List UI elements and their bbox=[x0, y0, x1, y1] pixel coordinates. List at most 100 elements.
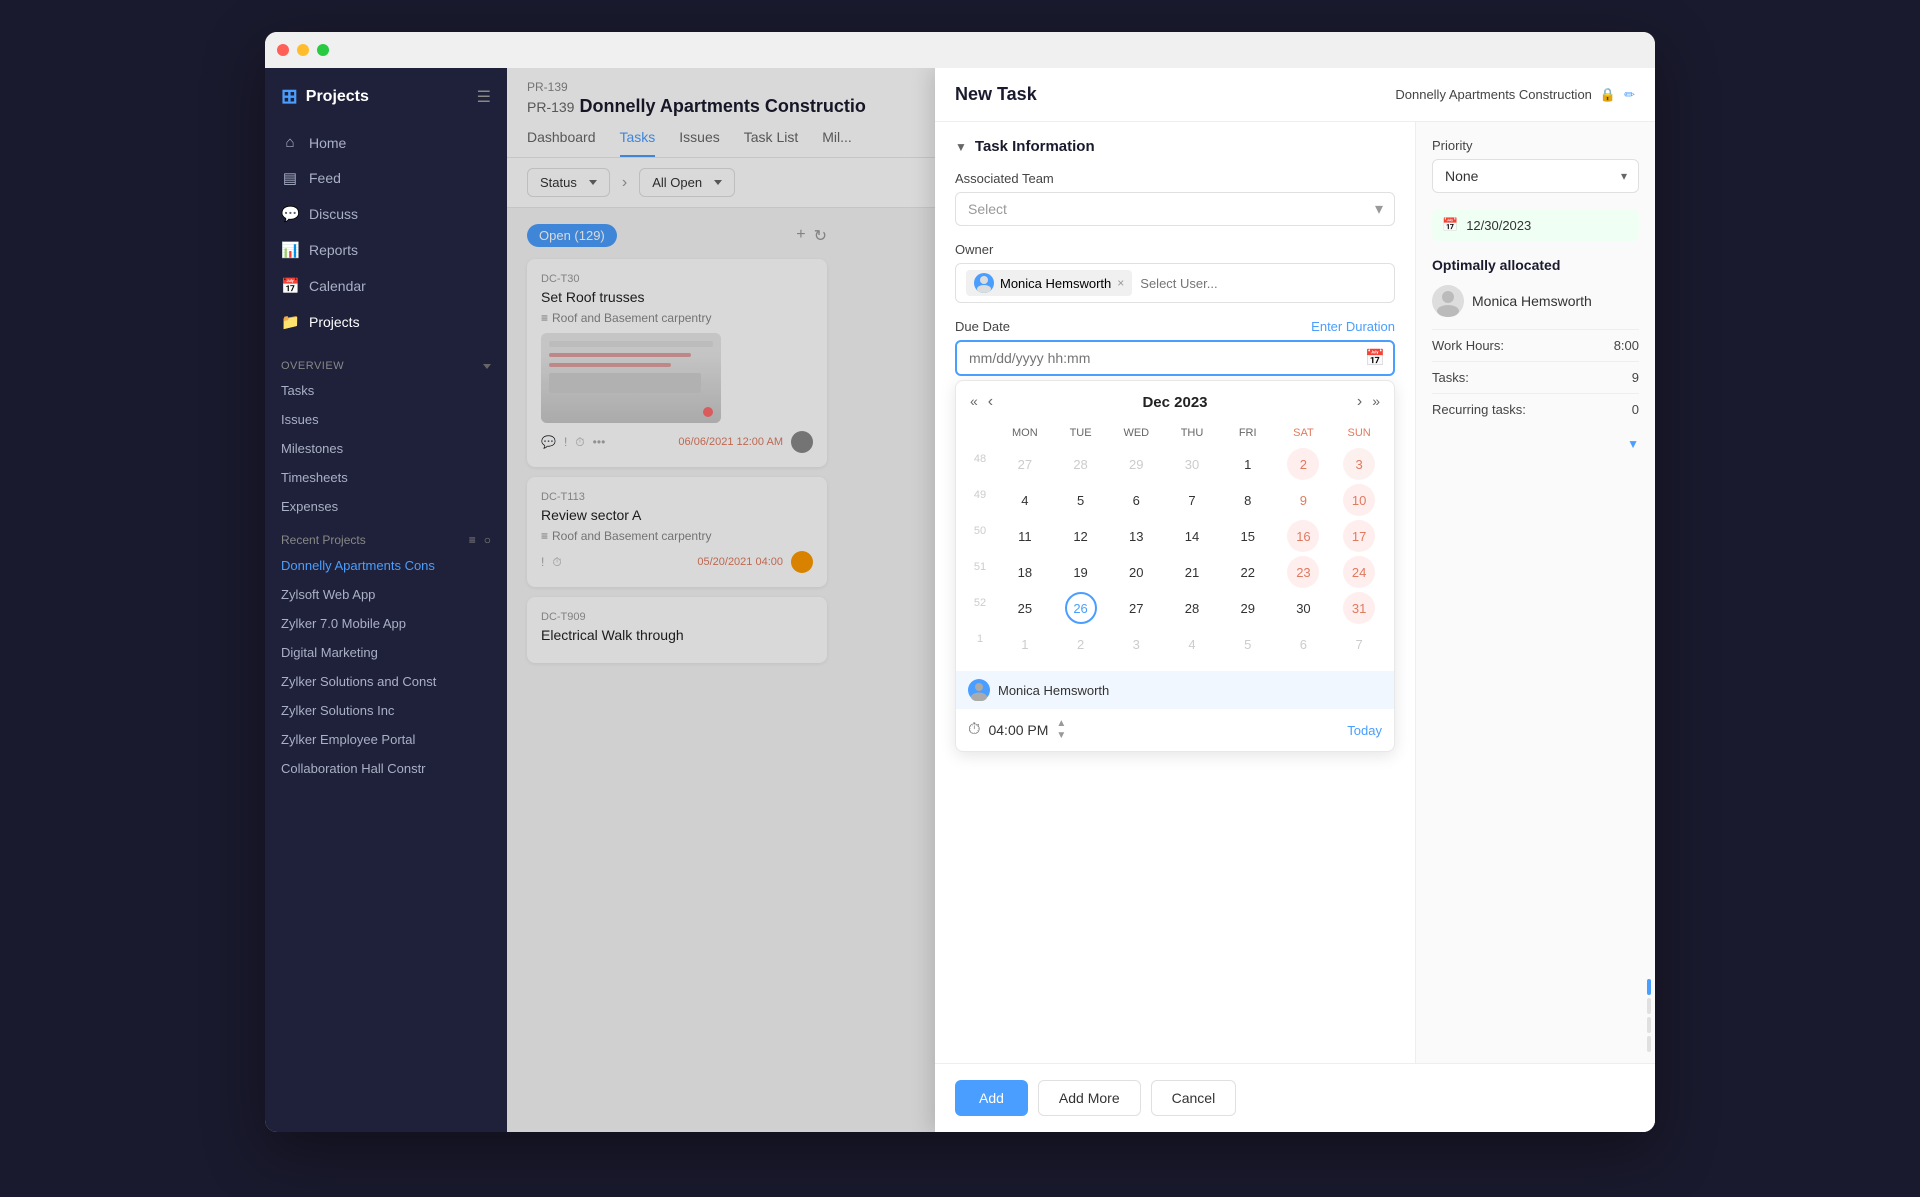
recent-project-zylker-inc[interactable]: Zylker Solutions Inc bbox=[265, 696, 507, 725]
calendar-day[interactable]: 9 bbox=[1287, 484, 1319, 516]
calendar-day[interactable]: 8 bbox=[1232, 484, 1264, 516]
section-toggle[interactable]: ▼ Task Information bbox=[955, 138, 1395, 155]
add-more-button[interactable]: Add More bbox=[1038, 1080, 1141, 1116]
sidebar-item-calendar[interactable]: 📅 Calendar bbox=[265, 268, 507, 304]
calendar-day[interactable]: 2 bbox=[1065, 628, 1097, 660]
time-up-button[interactable]: ▲ bbox=[1056, 719, 1066, 729]
tab-milestones[interactable]: Mil... bbox=[822, 129, 852, 157]
calendar-day[interactable]: 10 bbox=[1343, 484, 1375, 516]
calendar-day[interactable]: 19 bbox=[1065, 556, 1097, 588]
calendar-day[interactable]: 6 bbox=[1120, 484, 1152, 516]
calendar-day[interactable]: 17 bbox=[1343, 520, 1375, 552]
sidebar-item-feed[interactable]: ▤ Feed bbox=[265, 160, 507, 196]
calendar-day[interactable]: 12 bbox=[1065, 520, 1097, 552]
prev-month-button[interactable]: ‹ bbox=[984, 391, 997, 413]
priority-select[interactable]: None Low Medium High Critical bbox=[1432, 159, 1639, 193]
all-open-filter[interactable]: All Open bbox=[639, 168, 735, 197]
next-year-button[interactable]: » bbox=[1370, 391, 1382, 413]
date-input[interactable] bbox=[955, 340, 1395, 376]
calendar-day[interactable]: 30 bbox=[1287, 592, 1319, 624]
recent-search-icon[interactable]: ○ bbox=[484, 533, 491, 547]
sidebar-sub-tasks[interactable]: Tasks bbox=[265, 376, 507, 405]
cancel-button[interactable]: Cancel bbox=[1151, 1080, 1237, 1116]
task-card[interactable]: DC-T909 Electrical Walk through bbox=[527, 597, 827, 663]
calendar-day[interactable]: 24 bbox=[1343, 556, 1375, 588]
calendar-day[interactable]: 14 bbox=[1176, 520, 1208, 552]
calendar-day[interactable]: 6 bbox=[1287, 628, 1319, 660]
recent-project-zylsoft[interactable]: Zylsoft Web App bbox=[265, 580, 507, 609]
calendar-day[interactable]: 29 bbox=[1232, 592, 1264, 624]
calendar-day[interactable]: 16 bbox=[1287, 520, 1319, 552]
calendar-day[interactable]: 4 bbox=[1009, 484, 1041, 516]
calendar-day[interactable]: 30 bbox=[1176, 448, 1208, 480]
tab-tasks[interactable]: Tasks bbox=[620, 129, 656, 157]
recent-project-digital[interactable]: Digital Marketing bbox=[265, 638, 507, 667]
recent-project-collab[interactable]: Collaboration Hall Constr bbox=[265, 754, 507, 783]
calendar-day[interactable]: 1 bbox=[1009, 628, 1041, 660]
owner-field[interactable]: Monica Hemsworth × bbox=[955, 263, 1395, 303]
maximize-button[interactable] bbox=[317, 44, 329, 56]
calendar-day[interactable]: 23 bbox=[1287, 556, 1319, 588]
sidebar-sub-milestones[interactable]: Milestones bbox=[265, 434, 507, 463]
calendar-day[interactable]: 5 bbox=[1065, 484, 1097, 516]
more-icon[interactable]: ••• bbox=[593, 435, 606, 449]
calendar-day[interactable]: 1 bbox=[1232, 448, 1264, 480]
calendar-day[interactable]: 25 bbox=[1009, 592, 1041, 624]
sidebar-item-home[interactable]: ⌂ Home bbox=[265, 125, 507, 160]
recent-project-zylker-solutions[interactable]: Zylker Solutions and Const bbox=[265, 667, 507, 696]
calendar-input-icon[interactable]: 📅 bbox=[1365, 348, 1385, 368]
calendar-day[interactable]: 22 bbox=[1232, 556, 1264, 588]
calendar-day[interactable]: 20 bbox=[1120, 556, 1152, 588]
next-month-button[interactable]: › bbox=[1353, 391, 1366, 413]
owner-remove-button[interactable]: × bbox=[1117, 276, 1124, 290]
task-card[interactable]: DC-T30 Set Roof trusses ≡ Roof and Basem… bbox=[527, 259, 827, 467]
today-button[interactable]: Today bbox=[1347, 723, 1382, 738]
sidebar-item-reports[interactable]: 📊 Reports bbox=[265, 232, 507, 268]
expand-icon[interactable]: ▼ bbox=[1627, 437, 1639, 451]
status-filter[interactable]: Status bbox=[527, 168, 610, 197]
add-task-icon[interactable]: + bbox=[796, 226, 805, 246]
calendar-day-today[interactable]: 26 bbox=[1065, 592, 1097, 624]
recent-project-zylker-mobile[interactable]: Zylker 7.0 Mobile App bbox=[265, 609, 507, 638]
calendar-day[interactable]: 28 bbox=[1065, 448, 1097, 480]
edit-icon[interactable]: ✏ bbox=[1624, 87, 1635, 103]
recent-list-icon[interactable]: ≡ bbox=[469, 533, 476, 547]
owner-input[interactable] bbox=[1140, 276, 1316, 291]
calendar-day[interactable]: 27 bbox=[1120, 592, 1152, 624]
add-button[interactable]: Add bbox=[955, 1080, 1028, 1116]
refresh-icon[interactable]: ↻ bbox=[814, 226, 827, 246]
sidebar-item-projects[interactable]: 📁 Projects bbox=[265, 304, 507, 340]
calendar-day[interactable]: 29 bbox=[1120, 448, 1152, 480]
calendar-day[interactable]: 11 bbox=[1009, 520, 1041, 552]
sidebar-sub-issues[interactable]: Issues bbox=[265, 405, 507, 434]
sidebar-sub-timesheets[interactable]: Timesheets bbox=[265, 463, 507, 492]
calendar-day[interactable]: 27 bbox=[1009, 448, 1041, 480]
tab-task-list[interactable]: Task List bbox=[744, 129, 798, 157]
sidebar-sub-expenses[interactable]: Expenses bbox=[265, 492, 507, 521]
calendar-day[interactable]: 31 bbox=[1343, 592, 1375, 624]
minimize-button[interactable] bbox=[297, 44, 309, 56]
calendar-day[interactable]: 2 bbox=[1287, 448, 1319, 480]
recent-project-zylker-employee[interactable]: Zylker Employee Portal bbox=[265, 725, 507, 754]
associated-team-select[interactable]: Select bbox=[955, 192, 1395, 226]
prev-year-button[interactable]: « bbox=[968, 391, 980, 413]
calendar-day[interactable]: 21 bbox=[1176, 556, 1208, 588]
calendar-day[interactable]: 28 bbox=[1176, 592, 1208, 624]
tab-issues[interactable]: Issues bbox=[679, 129, 719, 157]
time-down-button[interactable]: ▼ bbox=[1056, 731, 1066, 741]
calendar-day[interactable]: 3 bbox=[1343, 448, 1375, 480]
calendar-day[interactable]: 5 bbox=[1232, 628, 1264, 660]
task-card[interactable]: DC-T113 Review sector A ≡ Roof and Basem… bbox=[527, 477, 827, 587]
calendar-day[interactable]: 18 bbox=[1009, 556, 1041, 588]
calendar-day[interactable]: 4 bbox=[1176, 628, 1208, 660]
calendar-day[interactable]: 7 bbox=[1343, 628, 1375, 660]
menu-icon[interactable]: ☰ bbox=[477, 87, 491, 107]
enter-duration-link[interactable]: Enter Duration bbox=[1311, 319, 1395, 334]
tab-dashboard[interactable]: Dashboard bbox=[527, 129, 596, 157]
recent-project-donnelly[interactable]: Donnelly Apartments Cons bbox=[265, 551, 507, 580]
close-button[interactable] bbox=[277, 44, 289, 56]
calendar-day[interactable]: 15 bbox=[1232, 520, 1264, 552]
calendar-day[interactable]: 7 bbox=[1176, 484, 1208, 516]
calendar-day[interactable]: 3 bbox=[1120, 628, 1152, 660]
sidebar-item-discuss[interactable]: 💬 Discuss bbox=[265, 196, 507, 232]
